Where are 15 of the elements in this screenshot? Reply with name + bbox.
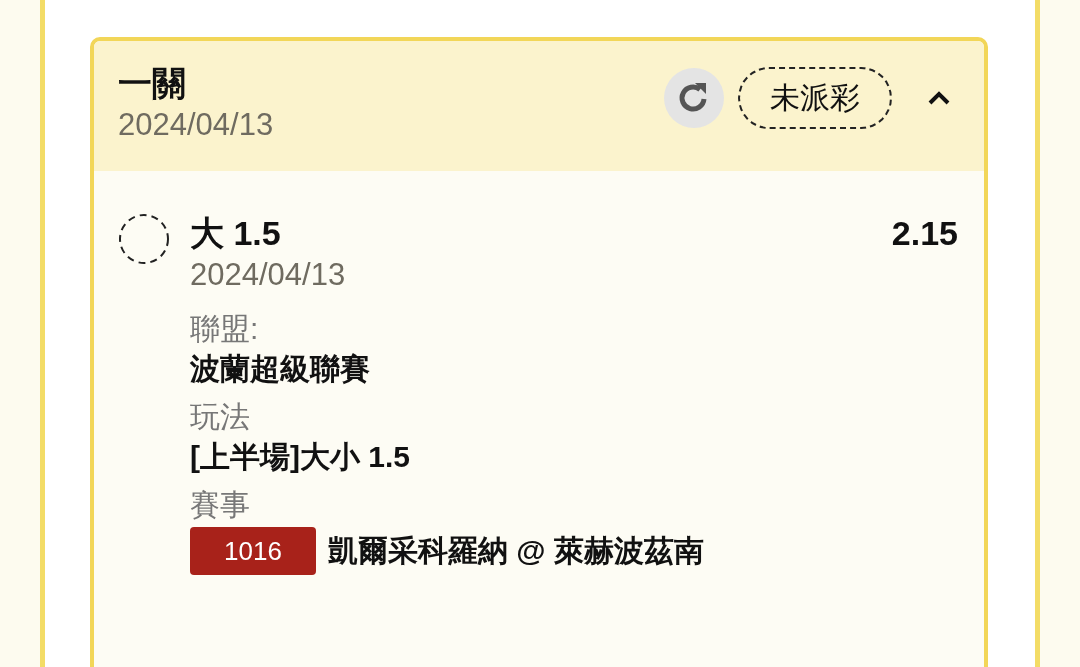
selection-name: 大 1.5 (190, 213, 281, 254)
field-label: 賽事 (190, 487, 251, 523)
bet-date: 2024/04/13 (118, 106, 274, 144)
match-number-badge: 1016 (190, 527, 316, 575)
radio-circle[interactable] (118, 213, 170, 265)
status-tag: 未派彩 (738, 67, 892, 129)
bet-title: 一關 (118, 63, 187, 104)
field-value: [上半場]大小 1.5 (190, 439, 412, 475)
odds-value: 2.15 (891, 213, 958, 254)
field-label: 玩法 (190, 399, 251, 435)
field-value: 波蘭超級聯賽 (190, 351, 371, 387)
field-label: 聯盟: (190, 311, 260, 347)
match-teams: 凱爾采科羅納 @ 萊赫波茲南 (328, 533, 704, 569)
chevron-icon (926, 89, 952, 107)
selection-date: 2024/04/13 (190, 256, 347, 294)
